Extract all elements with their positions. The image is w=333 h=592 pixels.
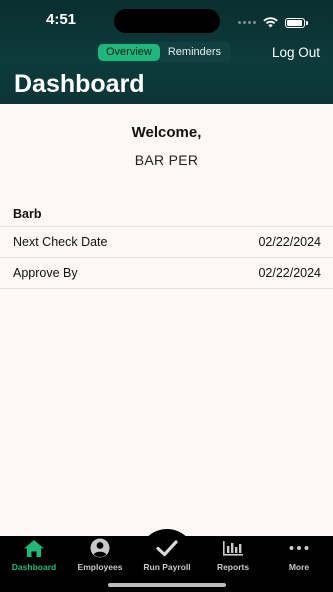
checkmark-icon <box>156 538 178 558</box>
view-segmented-control: Overview Reminders <box>96 42 232 63</box>
tab-dashboard[interactable]: Dashboard <box>1 538 67 574</box>
logout-button[interactable]: Log Out <box>272 45 320 60</box>
home-icon <box>23 538 45 558</box>
tab-reports[interactable]: Reports <box>200 538 266 574</box>
tab-label: Reports <box>216 562 250 572</box>
dynamic-island <box>114 9 220 33</box>
tab-label: Run Payroll <box>143 562 191 572</box>
payroll-info-list: Next Check Date 02/22/2024 Approve By 02… <box>0 226 333 289</box>
tab-label: Employees <box>77 562 123 572</box>
app-header: 4:51 Overview Reminders Log Out Dashboar… <box>0 0 333 104</box>
info-row-label: Next Check Date <box>13 235 108 249</box>
page-title: Dashboard <box>14 70 145 98</box>
info-row-approve-by: Approve By 02/22/2024 <box>0 258 333 289</box>
person-icon <box>89 538 111 558</box>
company-name: Barb <box>13 207 42 221</box>
segment-overview[interactable]: Overview <box>98 44 160 61</box>
tab-run-payroll[interactable]: Run Payroll <box>134 538 200 574</box>
more-dots-icon <box>288 538 310 558</box>
status-time: 4:51 <box>46 11 77 28</box>
bar-chart-icon <box>222 538 244 558</box>
wifi-icon <box>263 13 278 32</box>
cellular-signal-icon <box>238 21 256 24</box>
tab-employees[interactable]: Employees <box>67 538 133 574</box>
info-row-value: 02/22/2024 <box>258 235 321 249</box>
tab-label: More <box>288 562 310 572</box>
info-row-value: 02/22/2024 <box>258 266 321 280</box>
user-name: BAR PER <box>134 152 199 168</box>
tab-label: Dashboard <box>11 562 57 572</box>
info-row-label: Approve By <box>13 266 78 280</box>
status-bar: 4:51 <box>0 0 333 40</box>
welcome-greeting: Welcome, <box>131 124 202 141</box>
status-icons <box>238 13 308 32</box>
tab-more[interactable]: More <box>266 538 332 574</box>
battery-icon <box>285 17 308 28</box>
info-row-next-check-date: Next Check Date 02/22/2024 <box>0 227 333 258</box>
home-indicator <box>108 583 226 587</box>
segment-reminders[interactable]: Reminders <box>160 44 229 61</box>
